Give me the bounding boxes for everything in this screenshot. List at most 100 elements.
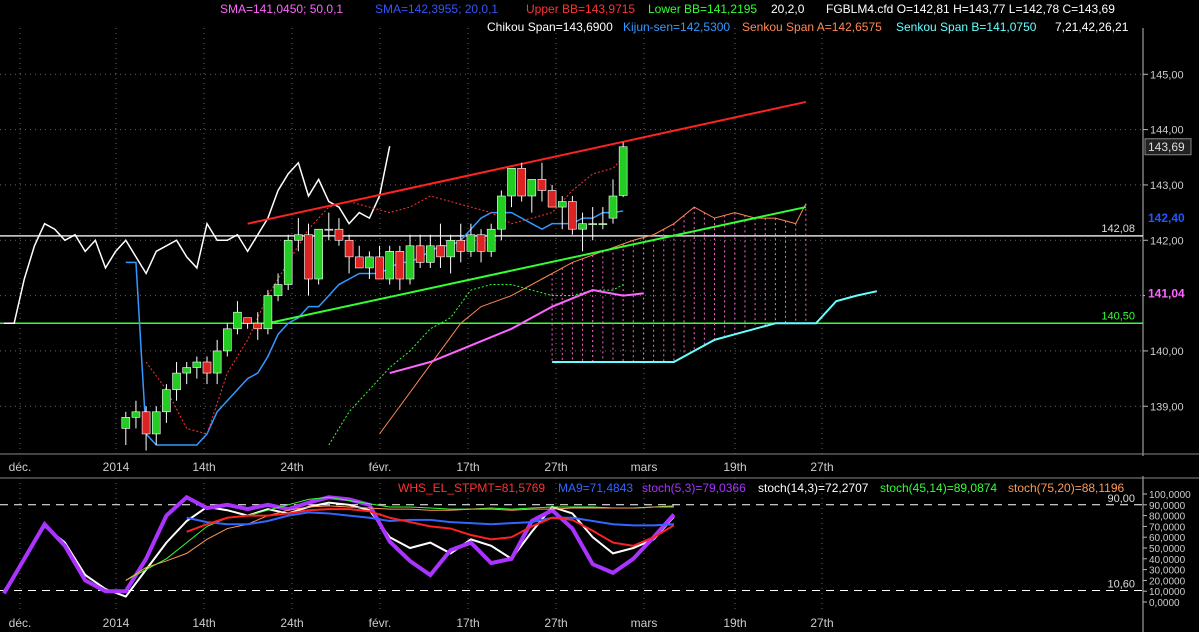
legend-kijun: Kijun-sen=142,5300 — [623, 20, 730, 34]
candle-body — [141, 411, 151, 435]
candle-body — [588, 223, 598, 225]
candle-body — [547, 190, 557, 208]
osc-tick-label: 40,0000 — [1149, 555, 1186, 566]
candle-body — [405, 245, 415, 280]
candle-body — [172, 372, 181, 390]
candle-body — [263, 295, 273, 330]
candle-body — [618, 146, 628, 196]
candle-body — [446, 239, 455, 258]
legend-whs-stpmt: WHS_EL_STPMT=81,5769 — [398, 481, 545, 495]
x-tick-label: 14th — [192, 460, 215, 474]
candle-body — [578, 223, 587, 230]
legend-stoch-45-14: stoch(45,14)=89,0874 — [880, 481, 997, 495]
legend-lower-bb: Lower BB=141,2195 — [648, 2, 757, 16]
candle-body — [334, 228, 344, 241]
candle-body — [456, 239, 466, 252]
legend-upper-bb: Upper BB=143,9715 — [526, 2, 635, 16]
osc-x-tick-label: 17th — [456, 616, 479, 630]
candle-body — [598, 223, 608, 225]
candle-body — [233, 311, 242, 330]
x-tick-label: 2014 — [103, 460, 130, 474]
legend-stoch-14-3: stoch(14,3)=72,2707 — [758, 481, 869, 495]
candle-body — [223, 328, 232, 352]
osc-tick-label: 30,0000 — [1149, 566, 1186, 577]
osc-x-tick-label: 27th — [544, 616, 567, 630]
x-tick-label: 27th — [810, 460, 833, 474]
osc-series-ma9 — [186, 508, 675, 547]
legend-senkou-b: Senkou Span B=141,0750 — [896, 20, 1037, 34]
legend-symbol-ohlc: FGBLM4.cfd O=142,81 H=143,77 L=142,78 C=… — [826, 2, 1115, 16]
x-tick-label: déc. — [9, 460, 32, 474]
level-label: 142,08 — [1101, 223, 1135, 235]
candle-body — [304, 234, 313, 280]
candle-body — [415, 245, 425, 263]
osc-tick-label: 80,0000 — [1149, 512, 1186, 523]
legend-sma20: SMA=142,3955; 20,0,1 — [375, 2, 498, 16]
price-tick-label: 139,00 — [1150, 401, 1184, 413]
candle-body — [324, 228, 334, 231]
candle-body — [375, 256, 384, 280]
osc-x-tick-label: 19th — [723, 616, 746, 630]
osc-tick-label: 70,0000 — [1149, 522, 1186, 533]
candle-body — [537, 179, 547, 191]
osc-x-tick-label: mars — [631, 616, 658, 630]
candle-body — [466, 234, 476, 252]
chart-canvas: 139,00140,00141,00142,00143,00144,00145,… — [0, 2, 1199, 632]
candle-body — [395, 251, 405, 280]
price-tick-label: 140,00 — [1150, 346, 1184, 358]
price-tick-label: 142,00 — [1150, 235, 1184, 247]
candle-body — [283, 239, 293, 285]
candle-body — [182, 367, 191, 374]
candle-body — [273, 284, 283, 296]
candle-body — [243, 317, 252, 324]
candle-body — [121, 417, 131, 429]
candle-body — [385, 251, 395, 280]
osc-x-tick-label: 2014 — [103, 616, 130, 630]
osc-level-label: 10,60 — [1107, 579, 1135, 591]
osc-x-tick-label: févr. — [369, 616, 392, 630]
legend-stoch-75-20: stoch(75,20)=88,1196 — [1008, 481, 1125, 495]
osc-series-whs — [2, 494, 676, 595]
candle-body — [527, 179, 537, 197]
candle-body — [486, 228, 496, 252]
candle-body — [162, 389, 171, 413]
x-tick-label: 17th — [456, 460, 479, 474]
candle-body — [557, 201, 567, 208]
candle-body — [425, 245, 435, 263]
price-tag: 141,04 — [1148, 286, 1185, 300]
osc-x-tick-label: 14th — [192, 616, 215, 630]
osc-tick-label: 0,0000 — [1149, 598, 1180, 609]
osc-x-tick-label: 24th — [280, 616, 303, 630]
osc-tick-label: 90,0000 — [1149, 501, 1186, 512]
candle-body — [253, 322, 263, 330]
candle-body — [344, 239, 354, 258]
legend-ichimoku-params: 7,21,42,26,21 — [1055, 20, 1129, 34]
x-tick-label: 19th — [723, 460, 746, 474]
price-tick-label: 144,00 — [1150, 125, 1184, 137]
x-tick-label: févr. — [369, 460, 392, 474]
osc-tick-label: 60,0000 — [1149, 533, 1186, 544]
osc-tick-label: 10,0000 — [1149, 587, 1186, 598]
legend-sma50: SMA=141,0450; 50,0,1 — [220, 2, 343, 16]
candle-body — [608, 195, 618, 219]
x-tick-label: 24th — [280, 460, 303, 474]
candle-body — [507, 168, 516, 197]
legend-chikou: Chikou Span=143,6900 — [487, 20, 613, 34]
candle-body — [212, 350, 222, 374]
price-tick-label: 143,00 — [1150, 180, 1184, 192]
candle-body — [568, 201, 577, 230]
price-tag: 142,40 — [1148, 211, 1185, 225]
oscillator-lines — [2, 494, 676, 598]
x-tick-label: mars — [631, 460, 658, 474]
price-tick-label: 145,00 — [1150, 69, 1184, 81]
candle-body — [365, 256, 374, 269]
osc-tick-label: 100,0000 — [1149, 490, 1191, 501]
candle-body — [517, 168, 526, 197]
osc-tick-label: 20,0000 — [1149, 576, 1186, 587]
candle-body — [476, 234, 486, 252]
osc-series-stoch53 — [3, 501, 675, 598]
legend-ma9: MA9=71,4843 — [558, 481, 633, 495]
price-tag: 143,69 — [1148, 140, 1185, 154]
legend-stoch-5-3: stoch(5,3)=79,0366 — [642, 481, 746, 495]
legend-senkou-a: Senkou Span A=142,6575 — [742, 20, 882, 34]
